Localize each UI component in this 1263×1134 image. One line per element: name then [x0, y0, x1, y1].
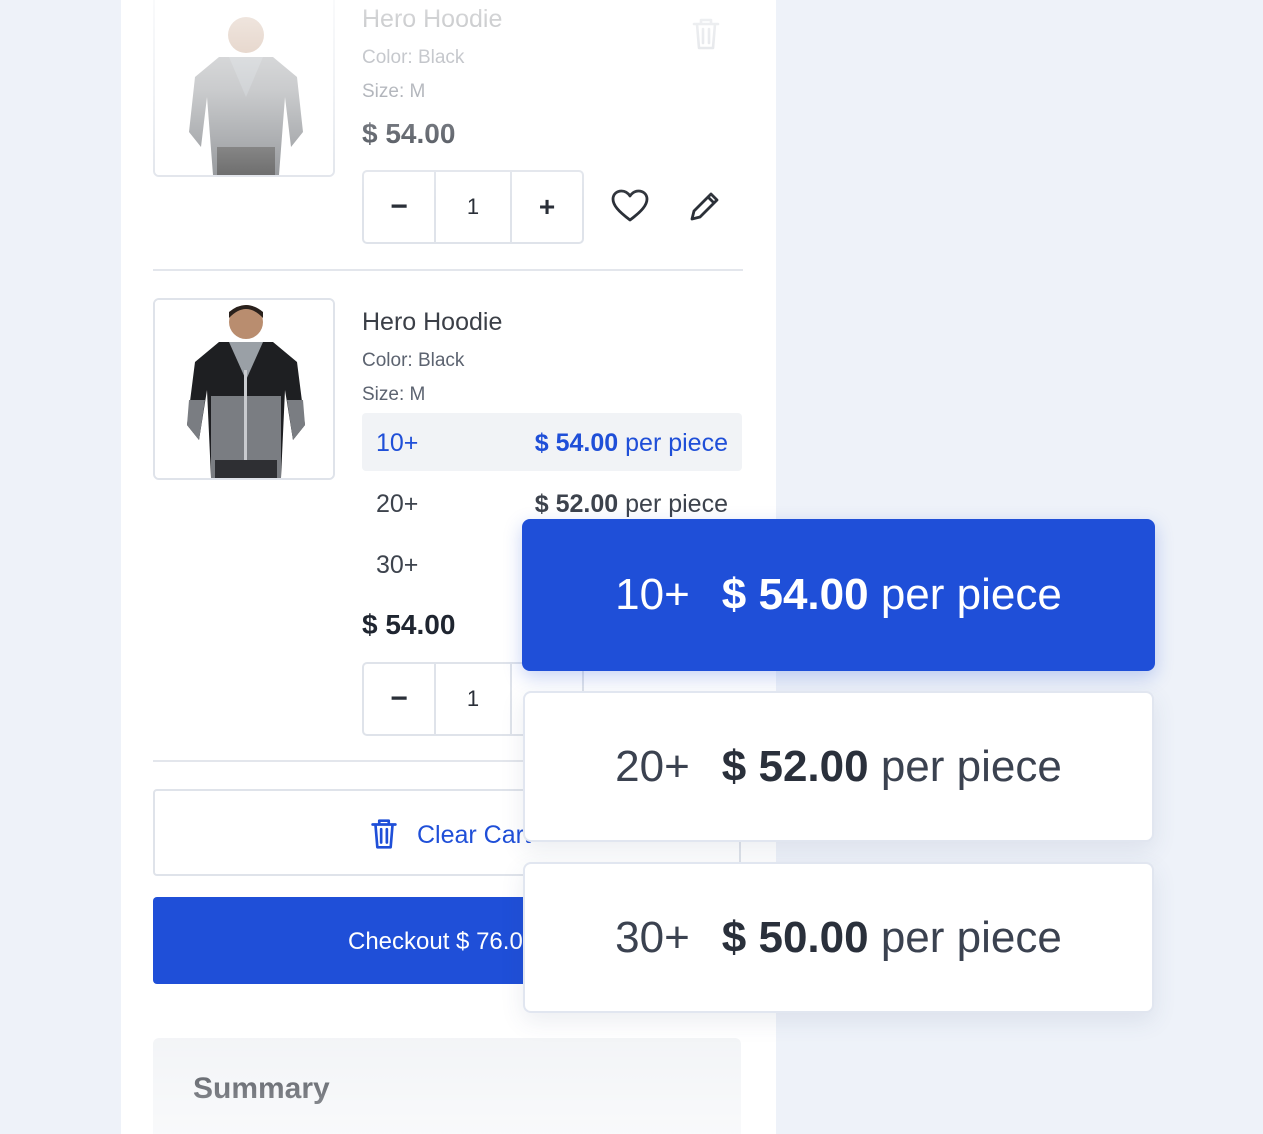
tier-unit: per piece [625, 490, 728, 518]
tier-option-unit: per piece [880, 912, 1062, 962]
quantity-stepper[interactable]: − 1 + [362, 170, 584, 244]
product-color: Color: Black [362, 47, 465, 68]
tier-option-qty: 30+ [615, 912, 690, 962]
product-size: Size: M [362, 384, 426, 405]
minus-icon: − [390, 190, 408, 223]
trash-icon [371, 819, 397, 849]
quantity-input[interactable]: 1 [436, 664, 512, 734]
product-color: Color: Black [362, 350, 465, 371]
product-size: Size: M [362, 81, 426, 102]
increase-button[interactable]: + [512, 172, 582, 242]
summary-title: Summary [193, 1072, 330, 1105]
tier-option-price-text: $ 52.00 per piece [722, 742, 1062, 792]
tier-option-price: $ 50.00 [721, 912, 869, 962]
tier-option-price-text: $ 54.00 per piece [722, 570, 1062, 620]
summary-section: Summary [153, 1038, 741, 1134]
checkout-label: Checkout $ 76.00 [348, 928, 537, 955]
tier-option-price: $ 52.00 [721, 741, 869, 791]
decrease-button[interactable]: − [364, 172, 436, 242]
tier-price: $ 52.00 [534, 490, 619, 518]
plus-icon: + [538, 191, 556, 222]
product-name[interactable]: Hero Hoodie [362, 5, 502, 34]
tier-unit: per piece [625, 429, 728, 457]
product-name[interactable]: Hero Hoodie [362, 308, 502, 337]
tier-qty: 10+ [376, 429, 419, 457]
tier-option-30[interactable]: 30+ $ 50.00 per piece [523, 862, 1154, 1013]
hoodie-photo [155, 0, 333, 175]
heart-icon[interactable] [610, 187, 650, 227]
tier-option-price: $ 54.00 [721, 570, 869, 619]
pencil-icon[interactable] [684, 187, 724, 227]
tier-option-unit: per piece [880, 741, 1062, 791]
tier-option-qty: 20+ [615, 741, 690, 791]
tier-qty: 20+ [376, 490, 419, 518]
product-price: $ 54.00 [362, 609, 456, 640]
item-divider [153, 269, 743, 271]
tier-row-10[interactable]: 10+ $ 54.00 per piece [362, 413, 742, 471]
decrease-button[interactable]: − [364, 664, 436, 734]
tier-option-10[interactable]: 10+ $ 54.00 per piece [522, 519, 1155, 671]
tier-option-20[interactable]: 20+ $ 52.00 per piece [523, 691, 1154, 842]
tier-price-text: $ 52.00 per piece [535, 490, 728, 519]
tier-option-qty: 10+ [615, 570, 690, 619]
tier-price-text: $ 54.00 per piece [535, 429, 728, 458]
minus-icon: − [390, 682, 408, 715]
product-image[interactable] [153, 298, 335, 480]
trash-icon[interactable] [686, 14, 726, 54]
tier-price: $ 54.00 [534, 429, 619, 457]
tier-option-unit: per piece [880, 570, 1062, 619]
hoodie-photo [155, 300, 333, 478]
tier-qty: 30+ [376, 551, 419, 579]
clear-cart-label: Clear Cart [417, 821, 531, 849]
tier-option-price-text: $ 50.00 per piece [722, 913, 1062, 963]
product-price: $ 54.00 [362, 118, 456, 149]
product-image[interactable] [153, 0, 335, 177]
quantity-input[interactable]: 1 [436, 172, 512, 242]
